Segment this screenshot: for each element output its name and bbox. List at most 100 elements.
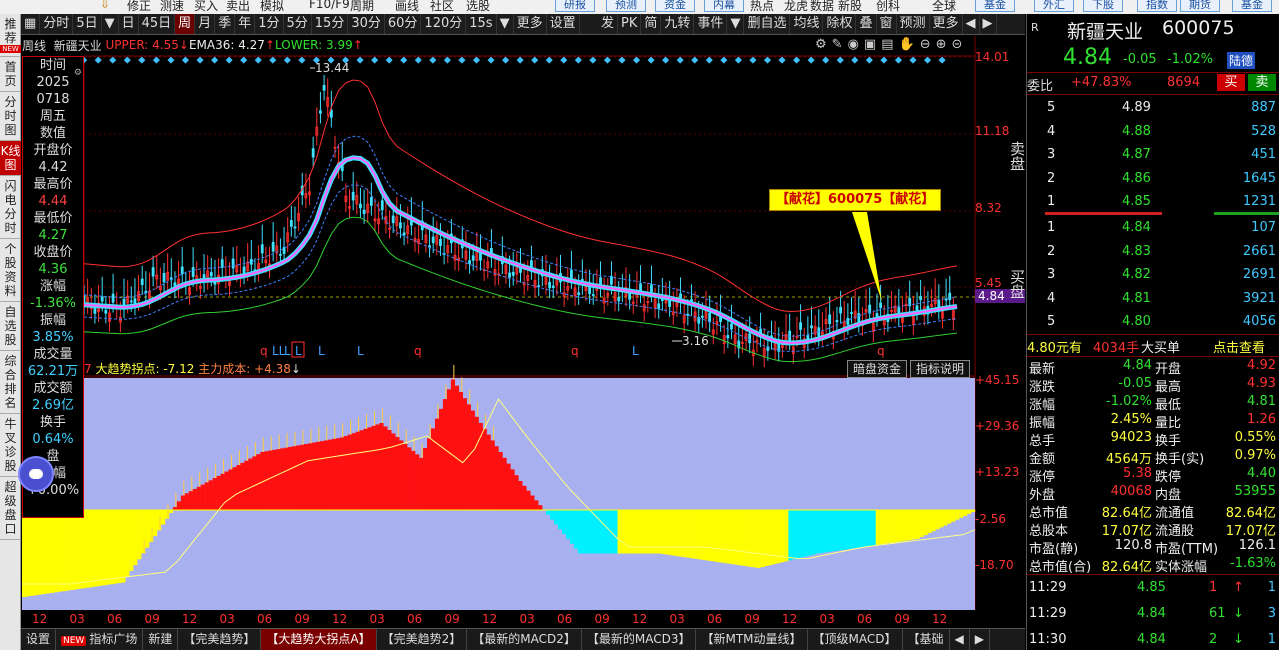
toolbar-boxed-item[interactable]: 研报: [555, 0, 595, 12]
indicator-tab[interactable]: 设置: [21, 629, 57, 650]
book-row[interactable]: 1 4.84 107: [1027, 217, 1279, 239]
close-icon[interactable]: ⊝: [952, 37, 963, 52]
toolbar-item[interactable]: 创科: [876, 0, 900, 14]
indicator-tab[interactable]: 【最新的MACD3】: [582, 629, 697, 650]
stock-annotation[interactable]: 【献花】600075【献花】: [769, 189, 942, 211]
left-tab[interactable]: 牛叉诊股: [0, 414, 21, 477]
toolbar-boxed-item[interactable]: 预测: [606, 0, 646, 12]
book-row[interactable]: 4 4.81 3921: [1027, 288, 1279, 310]
chart-option[interactable]: 均线: [790, 14, 824, 34]
scroll-right-icon[interactable]: ▶: [970, 629, 990, 650]
big-order-row[interactable]: 4.80元有 4034手 大买单 点击查看: [1027, 334, 1279, 356]
chart-option[interactable]: 除权: [823, 14, 857, 34]
period-option[interactable]: 30分: [348, 14, 385, 34]
toolbar-boxed-item[interactable]: 基金: [1232, 0, 1272, 12]
period-option[interactable]: 设置: [547, 14, 580, 34]
toolbar-boxed-item[interactable]: 基金: [975, 0, 1015, 12]
period-option[interactable]: 周: [175, 14, 196, 34]
zoom-in-icon[interactable]: ⊕: [936, 37, 947, 52]
indicator-tab[interactable]: 【最新的MACD2】: [467, 629, 582, 650]
toolbar-boxed-item[interactable]: 外汇: [1034, 0, 1074, 12]
left-tab[interactable]: 推荐 NEW: [0, 14, 21, 57]
book-row[interactable]: 4 4.88 528: [1027, 121, 1279, 143]
chart-option[interactable]: 删自选: [744, 14, 791, 34]
book-row[interactable]: 5 4.89 887: [1027, 97, 1279, 119]
book-row[interactable]: 5 4.80 4056: [1027, 311, 1279, 333]
left-tab[interactable]: 分时图: [0, 92, 21, 141]
eye-icon[interactable]: ◉: [848, 37, 859, 52]
period-option[interactable]: 5分: [284, 14, 312, 34]
period-option[interactable]: 15分: [312, 14, 349, 34]
toolbar-item[interactable]: F10/F9: [309, 0, 350, 11]
chart-option[interactable]: 更多: [930, 14, 963, 34]
chart-option[interactable]: 预测: [897, 14, 930, 34]
indicator-tab[interactable]: 【完美趋势2】: [377, 629, 468, 650]
sell-button[interactable]: 卖: [1248, 74, 1276, 91]
chart-option[interactable]: 事件: [694, 14, 728, 34]
toolbar-item[interactable]: 画线: [395, 0, 419, 14]
indicator-tab[interactable]: 新建: [143, 629, 179, 650]
period-option[interactable]: 1分: [255, 14, 284, 34]
period-option[interactable]: 更多: [514, 14, 547, 34]
gear-icon[interactable]: ⚙: [74, 65, 82, 82]
chart-option[interactable]: PK: [618, 14, 642, 34]
gear-icon[interactable]: ⚙: [815, 37, 827, 52]
toolbar-item[interactable]: 龙虎: [784, 0, 808, 14]
assistant-bot-icon[interactable]: [18, 456, 54, 492]
left-tab[interactable]: 超级盘口: [0, 477, 21, 540]
zoom-out-icon[interactable]: ⊖: [920, 37, 931, 52]
left-tab[interactable]: 首页: [0, 57, 21, 92]
toolbar-boxed-item[interactable]: 内幕: [704, 0, 744, 12]
period-option[interactable]: 年: [235, 14, 256, 34]
toolbar-item[interactable]: 数据: [810, 0, 834, 14]
dark-fund-button[interactable]: 暗盘资金: [847, 360, 908, 378]
period-option[interactable]: 60分: [385, 14, 422, 34]
indicator-tab[interactable]: 【完美趋势】: [178, 629, 262, 650]
back-arrow-icon[interactable]: ⇩: [100, 0, 110, 11]
book-row[interactable]: 1 4.85 1231: [1027, 191, 1279, 213]
period-option[interactable]: 15s: [466, 14, 497, 34]
chart-option[interactable]: 简: [641, 14, 662, 34]
toolbar-item[interactable]: 新股: [838, 0, 862, 14]
indicator-tab[interactable]: 【新MTM动量线】: [696, 629, 808, 650]
period-option[interactable]: 季: [215, 14, 236, 34]
period-option[interactable]: ▼: [497, 14, 514, 34]
left-tab[interactable]: 综合排名: [0, 351, 21, 414]
toolbar-item[interactable]: 社区: [430, 0, 454, 14]
indicator-tab[interactable]: 【顶级MACD】: [808, 629, 903, 650]
chart-option[interactable]: ▼: [727, 14, 745, 34]
period-option[interactable]: 45日: [139, 14, 176, 34]
grid-menu-icon[interactable]: ▦: [21, 14, 41, 34]
scroll-left-icon[interactable]: ◀: [950, 629, 970, 650]
chart-option[interactable]: 窗: [877, 14, 897, 34]
toolbar-boxed-item[interactable]: 下股: [1083, 0, 1123, 12]
toolbar-boxed-item[interactable]: 指数: [1137, 0, 1177, 12]
toolbar-item[interactable]: 热点: [750, 0, 774, 14]
pen-icon[interactable]: ✎: [832, 37, 843, 52]
print-icon[interactable]: ▣: [864, 37, 876, 52]
period-option[interactable]: 5日: [73, 14, 102, 34]
chart-option[interactable]: 叠: [856, 14, 877, 34]
indicator-tab[interactable]: 【大趋势大拐点A】: [261, 629, 377, 650]
period-option[interactable]: 日: [119, 14, 139, 34]
left-tab[interactable]: K线图: [0, 141, 21, 176]
book-row[interactable]: 3 4.82 2691: [1027, 264, 1279, 286]
period-option[interactable]: ▼: [102, 14, 119, 34]
left-tab[interactable]: 个股资料: [0, 239, 21, 302]
left-tab[interactable]: 闪电分时: [0, 176, 21, 239]
toolbar-boxed-item[interactable]: 资金: [655, 0, 695, 12]
toolbar-item[interactable]: 买入: [194, 0, 218, 14]
clipboard-icon[interactable]: ▤: [881, 37, 893, 52]
chart-option[interactable]: ◀: [963, 14, 980, 34]
chart-option[interactable]: 九转: [661, 14, 695, 34]
toolbar-item[interactable]: 模拟: [260, 0, 284, 14]
toolbar-item[interactable]: 周期: [350, 0, 374, 14]
toolbar-item[interactable]: 卖出: [226, 0, 250, 14]
toolbar-item[interactable]: 选股: [466, 0, 490, 14]
buy-button[interactable]: 买: [1217, 74, 1245, 91]
toolbar-item[interactable]: 修正: [127, 0, 151, 14]
book-row[interactable]: 2 4.86 1645: [1027, 168, 1279, 190]
left-tab[interactable]: 自选股: [0, 302, 21, 351]
indicator-desc-button[interactable]: 指标说明: [910, 360, 971, 378]
chart-option[interactable]: 发: [598, 14, 619, 34]
